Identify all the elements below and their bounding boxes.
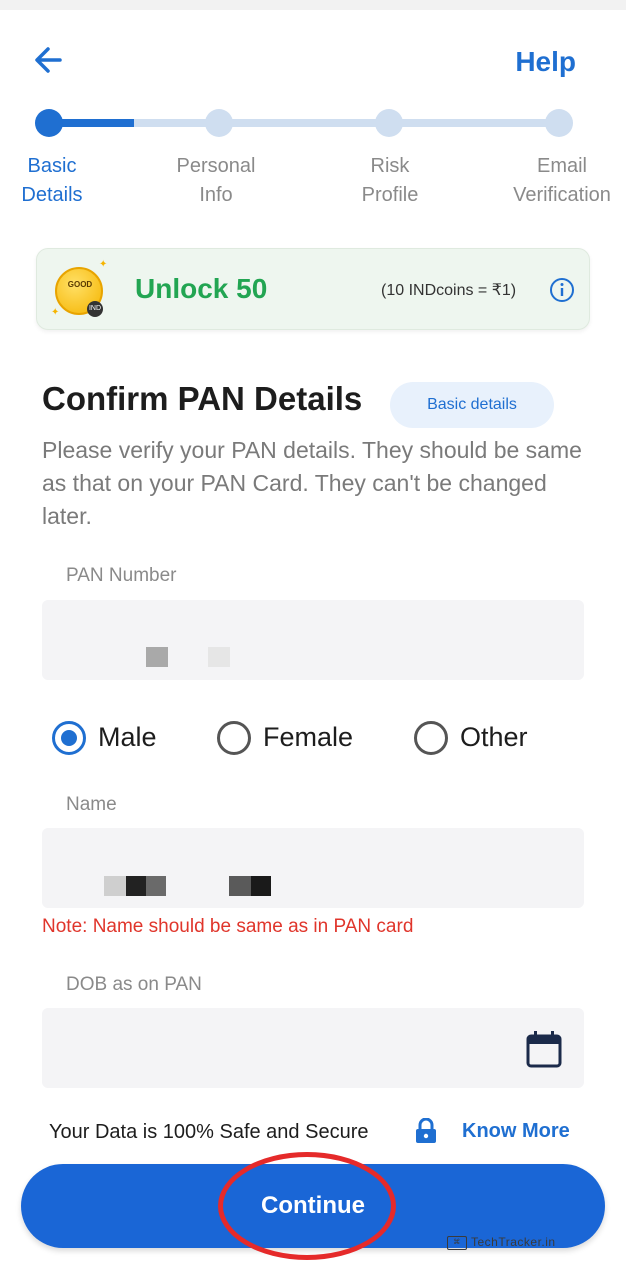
redacted-value	[146, 647, 168, 667]
page-subtitle: Please verify your PAN details. They sho…	[42, 437, 582, 529]
coin-badge: IND	[87, 301, 103, 317]
know-more-link[interactable]: Know More	[462, 1120, 570, 1143]
info-icon[interactable]	[549, 277, 575, 303]
name-field[interactable]	[42, 828, 584, 908]
name-note: Note: Name should be same as in PAN card	[42, 916, 414, 937]
name-label: Name	[66, 794, 117, 815]
step-label-risk-profile: Risk Profile	[361, 155, 419, 206]
calendar-icon[interactable]	[526, 1030, 562, 1068]
coin-text: GOOD	[67, 280, 93, 289]
watermark: ⌘ TechTracker.in	[447, 1235, 556, 1250]
watermark-logo-icon: ⌘	[447, 1235, 467, 1250]
dob-field[interactable]	[42, 1008, 584, 1088]
step-dot-basic-details	[35, 109, 63, 137]
step-label-basic-details: Basic Details	[21, 155, 83, 206]
arrow-left-icon	[35, 47, 62, 73]
radio-circle	[217, 721, 251, 755]
redacted-value	[208, 647, 230, 667]
conversion-text: (10 INDcoins = ₹1)	[381, 282, 517, 299]
watermark-text: TechTracker.in	[471, 1235, 556, 1249]
gender-radio-group: Male Female Other	[52, 716, 572, 760]
section-badge: Basic details	[390, 382, 554, 428]
redacted-value	[126, 876, 146, 896]
unlock-text: Unlock 50	[135, 273, 268, 304]
redacted-value	[251, 876, 271, 896]
step-dot-risk-profile	[375, 109, 403, 137]
radio-label-other: Other	[460, 722, 528, 752]
help-link[interactable]: Help	[515, 46, 576, 78]
reward-banner: ✦ ✦ GOOD IND Unlock 50 (10 INDcoins = ₹1…	[36, 248, 590, 330]
step-dot-personal-info	[205, 109, 233, 137]
redacted-value	[229, 876, 251, 896]
pan-number-label: PAN Number	[66, 565, 177, 586]
progress-stepper: Basic Details Personal Info Risk Profile…	[0, 100, 626, 210]
step-dot-email-verification	[545, 109, 573, 137]
lock-icon	[416, 1118, 436, 1143]
data-safe-text: Your Data is 100% Safe and Secure	[49, 1121, 369, 1143]
indcoin-icon: GOOD IND	[55, 267, 103, 317]
step-label-email-verification: Email Verification	[513, 155, 611, 206]
radio-circle	[414, 721, 448, 755]
radio-label-female: Female	[263, 722, 354, 752]
radio-label-male: Male	[98, 722, 157, 752]
sparkle-icon: ✦	[51, 307, 60, 318]
page-title: Confirm PAN Details	[42, 380, 363, 417]
dob-label: DOB as on PAN	[66, 974, 202, 995]
redacted-value	[146, 876, 166, 896]
step-label-personal-info: Personal Info	[176, 155, 256, 206]
back-button[interactable]	[30, 40, 70, 80]
sparkle-icon: ✦	[99, 259, 108, 270]
radio-circle	[52, 721, 86, 755]
status-strip	[0, 0, 626, 10]
pan-number-field[interactable]	[42, 600, 584, 680]
redacted-value	[104, 876, 126, 896]
